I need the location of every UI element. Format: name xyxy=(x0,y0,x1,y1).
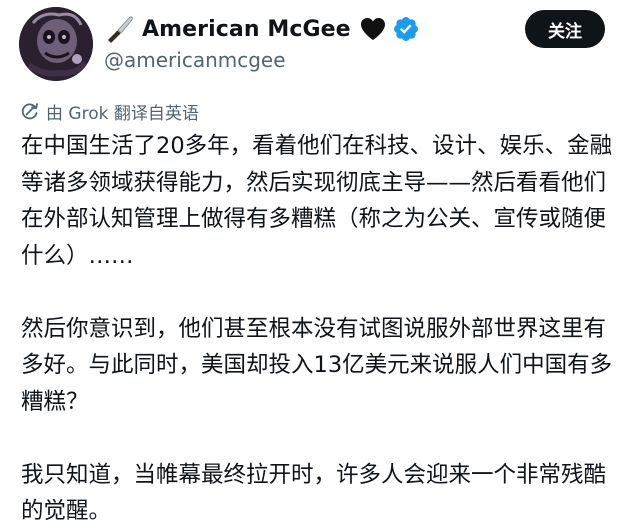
author-display-name[interactable]: American McGee xyxy=(142,17,351,42)
follow-button[interactable]: 关注 xyxy=(525,10,605,48)
translate-icon xyxy=(20,101,40,121)
tweet-paragraph: 然后你意识到，他们甚至根本没有试图说服外部世界这里有多好。与此同时，美国却投入1… xyxy=(21,315,613,415)
translation-notice[interactable]: 由 Grok 翻译自英语 xyxy=(20,97,199,125)
tweet-paragraph: 我只知道，当帷幕最终拉开时，许多人会迎来一个非常残酷的觉醒。 xyxy=(21,461,607,525)
tweet-paragraph: 在中国生活了20多年，看着他们在科技、设计、娱乐、金融等诸多领域获得能力，然后实… xyxy=(21,133,613,269)
translation-label[interactable]: 由 Grok 翻译自英语 xyxy=(46,99,199,124)
author-handle[interactable]: @americanmcgee xyxy=(104,48,286,72)
author-name-row[interactable]: American McGee xyxy=(104,10,420,48)
avatar-image xyxy=(19,7,93,81)
black-heart-icon xyxy=(359,16,387,42)
kitchen-knife-icon xyxy=(104,14,134,44)
tweet-text: 在中国生活了20多年，看着他们在科技、设计、娱乐、金融等诸多领域获得能力，然后实… xyxy=(21,128,627,530)
verified-badge-icon[interactable] xyxy=(392,15,420,43)
avatar[interactable] xyxy=(19,7,93,81)
